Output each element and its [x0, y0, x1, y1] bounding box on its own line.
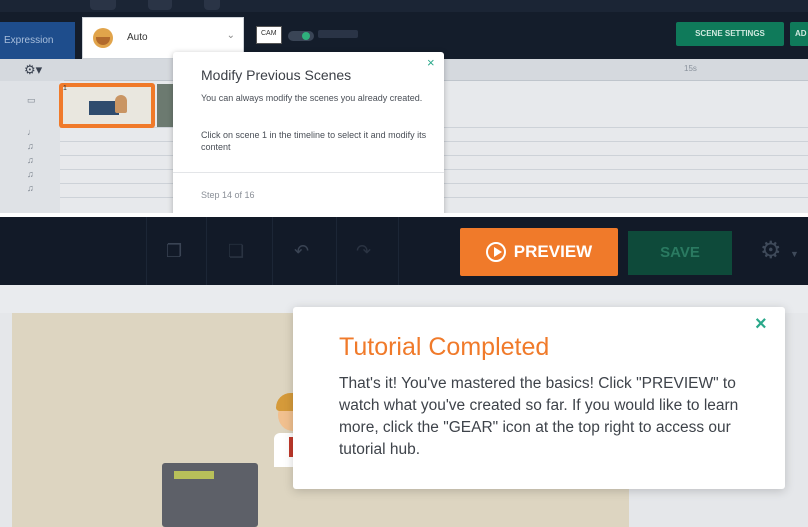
- caret-down-icon: ▼: [790, 249, 799, 259]
- popup-divider: [173, 172, 444, 173]
- close-icon[interactable]: ×: [755, 313, 767, 336]
- scene-settings-button[interactable]: SCENE SETTINGS: [676, 22, 784, 46]
- close-icon[interactable]: ×: [427, 55, 435, 70]
- screenshot-root: Expression Auto ⌄ CAM SCENE SETTINGS AD …: [0, 0, 808, 527]
- toggle-label-placeholder: [318, 30, 358, 38]
- scene-track-icon: ▭: [27, 95, 36, 105]
- toolbar-separator: [398, 217, 399, 285]
- play-circle-icon: [485, 242, 506, 262]
- camera-toggle[interactable]: [288, 31, 314, 41]
- expression-tab[interactable]: Expression: [0, 22, 75, 59]
- editor-toolbar: Expression Auto ⌄ CAM SCENE SETTINGS AD: [0, 0, 808, 59]
- editor-top-panel: Expression Auto ⌄ CAM SCENE SETTINGS AD …: [0, 0, 808, 213]
- save-button[interactable]: SAVE: [628, 231, 732, 275]
- redo-icon[interactable]: ↷: [356, 241, 371, 262]
- music-note-icon: ♫: [27, 183, 34, 193]
- desk-prop: [162, 463, 258, 527]
- character-face-icon: [93, 28, 113, 48]
- popup-instruction: Click on scene 1 in the timeline to sele…: [201, 130, 427, 152]
- tutorial-completed-popup: Tutorial Completed That's it! You've mas…: [293, 307, 785, 489]
- undo-icon[interactable]: ↶: [294, 241, 309, 262]
- toolbar-separator: [272, 217, 273, 285]
- preview-label: PREVIEW: [513, 242, 593, 261]
- paste-icon[interactable]: ❏: [228, 241, 244, 262]
- popup-title: Tutorial Completed: [339, 333, 550, 361]
- step-counter: Step 14 of 16: [201, 190, 255, 200]
- camera-icon[interactable]: CAM: [256, 26, 282, 44]
- gear-icon[interactable]: ⚙▾: [24, 62, 42, 78]
- popup-body: That's it! You've mastered the basics! C…: [339, 375, 739, 458]
- popup-title: Modify Previous Scenes: [201, 67, 352, 83]
- chevron-down-icon: ⌄: [226, 30, 235, 41]
- cut-off-icon: [204, 0, 220, 10]
- toolbar-separator: [146, 217, 147, 285]
- cut-off-icon: [148, 0, 172, 10]
- toolbar-top-strip: [0, 0, 808, 12]
- scene-1-preview-image: [63, 87, 151, 124]
- music-note-icon: ♫: [27, 169, 34, 179]
- scene-1-thumbnail[interactable]: 1: [59, 83, 155, 128]
- expression-select-value: Auto: [127, 32, 148, 43]
- camera-label: CAM: [261, 30, 277, 37]
- preview-button[interactable]: PREVIEW: [460, 228, 618, 276]
- action-bar: ❐ ❏ ↶ ↷ PREVIEW SAVE ⚙ ▼: [0, 217, 808, 285]
- cut-off-icon: [90, 0, 116, 10]
- toolbar-separator: [206, 217, 207, 285]
- add-button[interactable]: AD: [790, 22, 808, 46]
- track-icons-column: ▭ ♩ ♫ ♫ ♫ ♫: [0, 81, 60, 213]
- toolbar-separator: [336, 217, 337, 285]
- music-note-icon: ♫: [27, 155, 34, 165]
- music-note-icon: ♫: [27, 141, 34, 151]
- copy-icon[interactable]: ❐: [166, 241, 182, 262]
- popup-text: You can always modify the scenes you alr…: [201, 93, 423, 103]
- scene-number: 1: [63, 85, 67, 92]
- gear-icon[interactable]: ⚙: [760, 236, 782, 265]
- microphone-icon: ♩: [27, 127, 36, 137]
- ruler-mark: 15s: [684, 64, 697, 73]
- tutorial-step-popup: Modify Previous Scenes You can always mo…: [173, 52, 444, 213]
